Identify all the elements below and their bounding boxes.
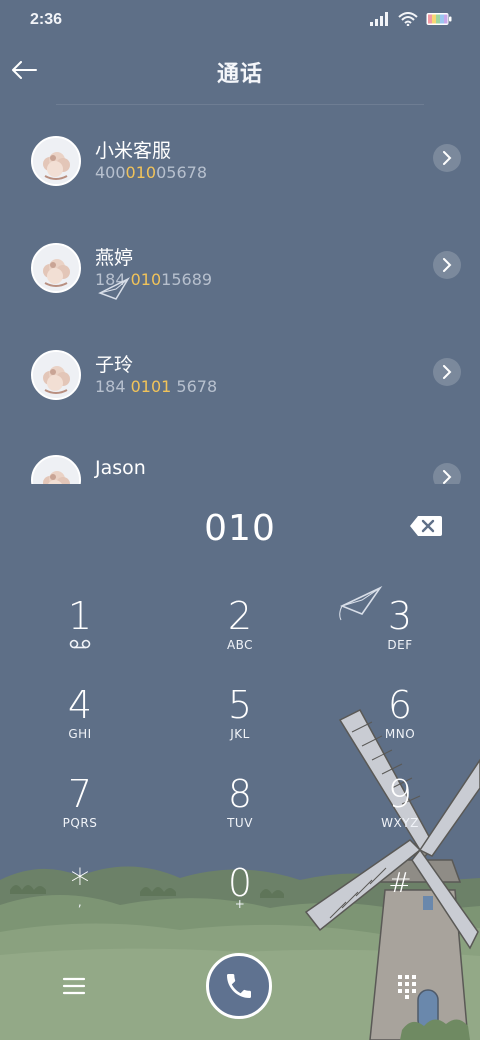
number-prefix: 400 [95,163,126,182]
key-7[interactable]: 7 PQRS [20,774,140,854]
menu-icon [62,977,86,995]
number-match-highlight: 0101 [130,377,172,396]
avatar-sheep-icon [33,352,79,398]
avatar [31,455,81,484]
avatar [31,350,81,400]
dialpad-toggle-button[interactable] [392,970,422,1000]
number-prefix: 184 [95,377,131,396]
contact-item[interactable]: 燕婷 184 01015689 [0,213,480,313]
key-5[interactable]: 5 JKL [180,685,300,765]
avatar-sheep-icon [33,245,79,291]
phone-icon [227,974,251,998]
key-3[interactable]: 3 DEF [340,596,460,676]
key-1[interactable]: 1 [20,596,140,676]
dial-display: 010 [0,488,480,568]
contact-detail-button[interactable] [433,144,461,172]
key-letters: DEF [387,638,413,652]
key-digit: 3 [387,594,413,638]
contact-item[interactable]: Jason [0,427,480,484]
contact-name: 子玲 [95,354,134,376]
key-letters: GHI [68,727,92,741]
key-letters: ABC [226,638,254,652]
status-bar: 2:36 [0,0,480,40]
key-digit: 6 [387,683,413,727]
key-letters: , [77,895,83,909]
key-digit: 4 [67,683,93,727]
signal-icon [370,12,388,26]
menu-button[interactable] [58,972,90,1000]
contact-name: Jason [95,457,146,479]
key-digit: # [388,866,412,899]
header-divider [56,104,424,105]
key-8[interactable]: 8 TUV [180,774,300,854]
contact-item[interactable]: 子玲 184 0101 5678 [0,320,480,420]
key-digit: 9 [387,772,413,816]
contact-number: 184 0101 5678 [95,377,217,396]
key-letters: PQRS [62,816,98,830]
key-digit: 5 [227,683,253,727]
contact-name: 燕婷 [95,247,134,269]
key-digit: 2 [227,594,253,638]
key-star[interactable]: * , [20,863,140,943]
key-digit: 8 [227,772,253,816]
bottom-bar [0,950,480,1040]
avatar-sheep-icon [33,138,79,184]
contact-detail-button[interactable] [433,251,461,279]
chevron-right-icon [443,151,452,165]
key-4[interactable]: 4 GHI [20,685,140,765]
avatar-sheep-icon [33,457,79,484]
key-letters: + [234,897,246,911]
status-time: 2:36 [30,11,63,28]
key-letters: WXYZ [381,816,419,830]
wifi-icon [398,12,418,26]
number-suffix: 5678 [171,377,218,396]
number-suffix: 05678 [156,163,207,182]
contact-detail-button[interactable] [433,463,461,484]
battery-icon [426,13,452,25]
key-hash[interactable]: # [340,863,460,943]
key-6[interactable]: 6 MNO [340,685,460,765]
key-9[interactable]: 9 WXYZ [340,774,460,854]
call-button[interactable] [206,953,272,1019]
key-letters: JKL [230,727,250,741]
avatar [31,136,81,186]
backspace-icon [410,516,442,536]
dialpad-icon [398,975,416,999]
voicemail-icon [69,639,91,649]
contact-list: 小米客服 40001005678 燕婷 184 01015689 子玲 184 … [0,106,480,484]
avatar [31,243,81,293]
keypad: 1 2 ABC 3 DEF 4 GHI 5 JKL 6 MNO 7 PQRS 8… [0,590,480,950]
kite-decoration [98,277,130,300]
key-letters: TUV [227,816,253,830]
number-match-highlight: 010 [125,163,157,182]
header: 通话 [0,40,480,104]
key-digit: 1 [67,594,93,638]
contact-number: 40001005678 [95,163,207,182]
key-digit: 7 [67,772,93,816]
contact-name: 小米客服 [95,140,172,162]
chevron-right-icon [443,258,452,272]
contact-item[interactable]: 小米客服 40001005678 [0,106,480,206]
number-suffix: 15689 [161,270,213,289]
key-letters: MNO [384,727,416,741]
backspace-button[interactable] [408,514,444,538]
contact-detail-button[interactable] [433,358,461,386]
key-0[interactable]: 0 + [180,863,300,943]
chevron-right-icon [443,470,452,484]
page-title: 通话 [216,62,263,87]
chevron-right-icon [443,365,452,379]
key-2[interactable]: 2 ABC [180,596,300,676]
number-match-highlight: 010 [130,270,162,289]
status-icons [370,12,452,26]
